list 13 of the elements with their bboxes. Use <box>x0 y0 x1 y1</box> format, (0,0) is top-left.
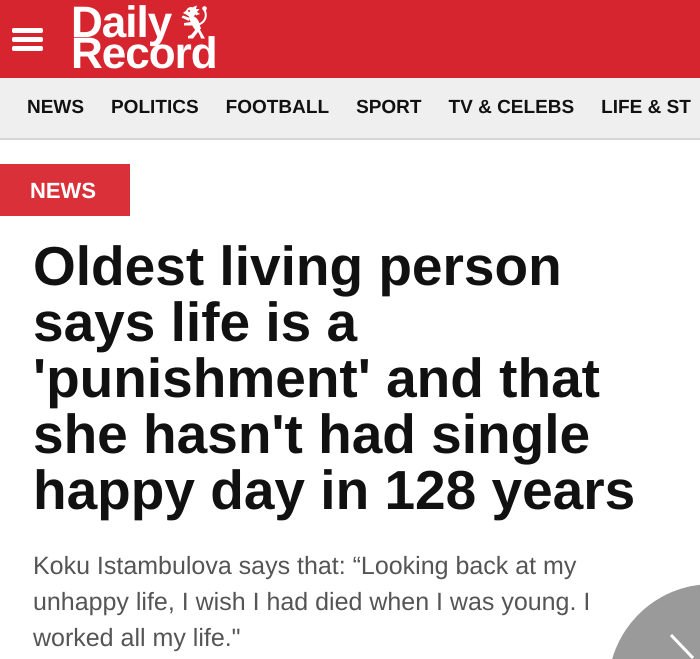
menu-icon <box>12 28 43 50</box>
site-logo[interactable]: Daily Record <box>71 7 217 69</box>
nav-link[interactable]: LIFE & ST <box>601 94 691 122</box>
headline: Oldest living person says life is a 'punishment' and that she hasn't had single happy day in 128 years <box>33 238 636 518</box>
section-badge[interactable]: NEWS <box>0 164 130 216</box>
nav-link[interactable]: TV & CELEBS <box>448 94 574 122</box>
nav-link[interactable]: POLITICS <box>111 94 199 122</box>
menu-button[interactable] <box>12 28 43 50</box>
nav-link[interactable]: NEWS <box>27 94 84 122</box>
nav-link[interactable]: SPORT <box>356 94 422 122</box>
nav-link[interactable]: FOOTBALL <box>226 94 330 122</box>
line-icon <box>670 634 694 659</box>
standfirst: Koku Istambulova says that: “Looking back at my unhappy life, I wish I had died when I was young. I worked all my life." <box>33 551 592 654</box>
